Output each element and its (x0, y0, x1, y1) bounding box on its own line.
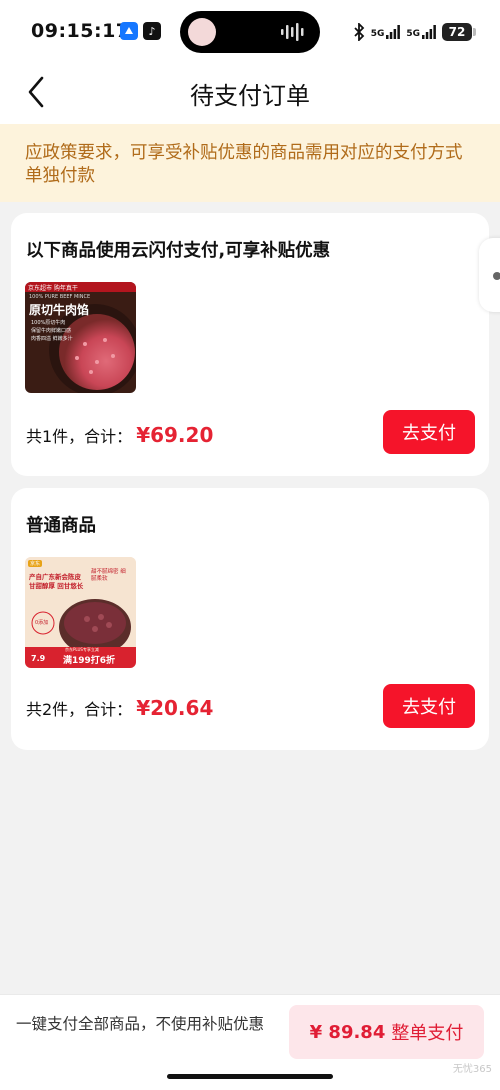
signal-bars-icon (422, 25, 436, 39)
thumb-subtitle: 100% PURE BEEF MINCE (29, 294, 91, 300)
network-type-1: 5G (370, 29, 385, 39)
navigation-bar: 待支付订单 (0, 62, 500, 124)
thumb-headline: 甘甜醇厚 回甘悠长 (29, 582, 84, 590)
signal-1: 5G (371, 25, 401, 39)
order-total-price: ¥69.20 (136, 423, 214, 447)
thumb-bullet: 100%原切牛肉 (31, 320, 66, 326)
order-summary: 共2件，合计： ¥20.64 (26, 696, 213, 720)
audio-wave-icon (281, 23, 304, 41)
pay-all-label: 整单支付 (391, 1023, 464, 1044)
home-indicator[interactable] (167, 1074, 333, 1079)
order-card-subsidy: 以下商品使用云闪付支付,可享补贴优惠 京东超市 购年真干 100% PURE B… (11, 213, 489, 476)
status-time: 09:15:17 (31, 20, 130, 42)
product-thumbnail-beef[interactable]: 京东超市 购年真干 100% PURE BEEF MINCE 原切牛肉馅 100… (25, 282, 136, 393)
summary-label: 共2件，合计： (26, 700, 133, 719)
dynamic-island (180, 11, 320, 53)
bluetooth-icon (354, 23, 364, 41)
pay-all-amount: ¥ 89.84 (309, 1021, 386, 1043)
order-summary: 共1件，合计： ¥69.20 (26, 423, 213, 447)
signal-bars-icon (386, 25, 401, 39)
battery-level: 72 (448, 25, 466, 39)
thumb-topline: 京东超市 购年真干 (28, 285, 78, 292)
signal-2: 5G (406, 25, 436, 39)
watermark: 无忧365 (452, 1064, 492, 1075)
tiktok-icon: ♪ (143, 22, 161, 40)
thumb-bullet: 保留牛肉鲜嫩口感 (31, 328, 72, 334)
island-avatar (188, 18, 216, 46)
thumb-badge: 京东 (28, 560, 43, 567)
order-group-title: 普通商品 (26, 516, 96, 536)
network-type-2: 5G (406, 29, 420, 39)
app-notification-icon (120, 22, 138, 40)
product-thumbnail-dessert[interactable]: 京东 产自广东新会陈皮 甘甜醇厚 回甘悠长 甜不腻绵密 细腻柔软 0添加 京东P… (25, 557, 136, 668)
pay-all-button[interactable]: ¥ 89.84 整单支付 (289, 1005, 484, 1059)
status-indicators: 5G 5G 72 (353, 20, 476, 44)
status-bar: 09:15:17 ♪ 5G 5G 72 (0, 0, 500, 62)
page-title: 待支付订单 (190, 82, 310, 110)
battery-icon: 72 (442, 23, 476, 41)
pay-button[interactable]: 去支付 (383, 410, 475, 454)
summary-label: 共1件，合计： (26, 427, 133, 446)
order-group-title: 以下商品使用云闪付支付,可享补贴优惠 (26, 241, 331, 261)
order-total-price: ¥20.64 (136, 696, 214, 720)
order-card-normal: 普通商品 京东 产自广东新会陈皮 甘甜醇厚 回甘悠长 甜不腻绵密 细腻柔软 0添… (11, 488, 489, 750)
thumb-tag-right: 甜不腻绵密 细腻柔软 (91, 569, 126, 582)
thumb-promo: 满199打6折 (63, 656, 116, 666)
policy-notice: 应政策要求，可享受补贴优惠的商品需用对应的支付方式单独付款 (0, 124, 500, 202)
thumb-stamp: 0添加 (35, 620, 49, 626)
thumb-product-name: 原切牛肉馅 (29, 303, 90, 317)
bottom-note: 一键支付全部商品，不使用补贴优惠 (16, 1015, 265, 1033)
pay-button[interactable]: 去支付 (383, 684, 475, 728)
thumb-price-tag: 7.9 (31, 654, 46, 663)
thumb-bullet: 肉香四溢 鲜嫩多汁 (31, 336, 73, 342)
side-tab-dot-icon (493, 272, 500, 280)
side-floating-tab[interactable] (479, 238, 500, 312)
